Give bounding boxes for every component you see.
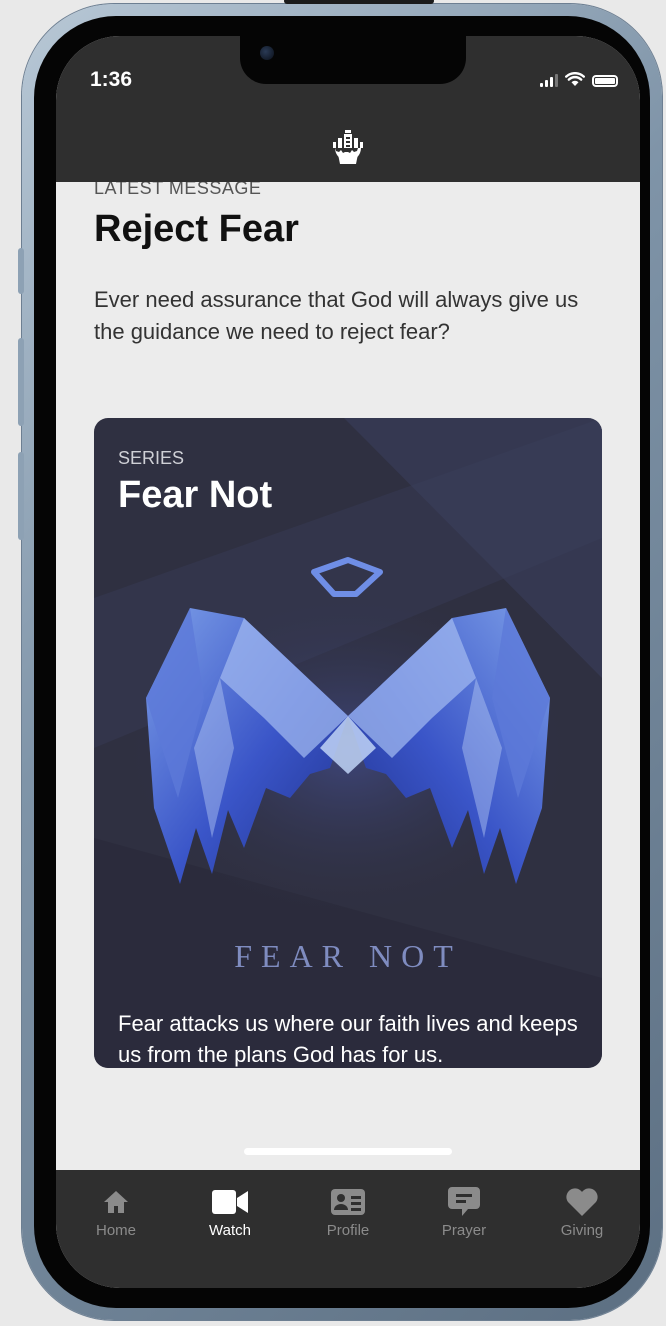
tab-label-watch: Watch xyxy=(209,1222,251,1239)
status-icons xyxy=(540,72,618,87)
app-screen: 1:36 LATEST MESSAGE Reject Fear Ever nee… xyxy=(56,36,640,1288)
tab-profile[interactable]: Profile xyxy=(308,1184,388,1239)
battery-icon xyxy=(592,75,618,87)
volume-down-button xyxy=(18,452,24,540)
tab-label-prayer: Prayer xyxy=(441,1222,487,1239)
message-description: Ever need assurance that God will always… xyxy=(94,287,579,344)
front-camera xyxy=(260,46,274,60)
series-art-title: FEAR NOT xyxy=(234,938,462,974)
series-description: Fear attacks us where our faith lives an… xyxy=(118,1011,578,1067)
notch xyxy=(240,36,466,84)
home-indicator[interactable] xyxy=(244,1148,452,1155)
status-time: 1:36 xyxy=(90,68,133,91)
tab-home[interactable]: Home xyxy=(76,1184,156,1239)
series-title: Fear Not xyxy=(118,474,273,516)
tab-giving[interactable]: Giving xyxy=(542,1184,622,1239)
tab-label-home: Home xyxy=(95,1222,136,1239)
video-camera-icon xyxy=(212,1190,248,1214)
content-area[interactable]: LATEST MESSAGE Reject Fear Ever need ass… xyxy=(56,182,640,1170)
church-logo-icon xyxy=(333,130,363,164)
heart-icon xyxy=(566,1188,598,1216)
volume-up-button xyxy=(18,338,24,426)
tab-bar: Home Watch Profile Prayer Giving xyxy=(56,1170,640,1288)
tab-label-profile: Profile xyxy=(326,1222,370,1239)
tab-watch[interactable]: Watch xyxy=(190,1184,270,1239)
series-card[interactable]: SERIES Fear Not FEAR NOT Fear attacks us… xyxy=(94,418,602,1068)
speaker-grille xyxy=(284,0,434,4)
tab-prayer[interactable]: Prayer xyxy=(424,1184,504,1239)
silent-switch xyxy=(18,248,24,294)
wifi-icon xyxy=(565,72,585,86)
id-card-icon xyxy=(331,1189,365,1215)
message-title: Reject Fear xyxy=(94,208,299,250)
chat-bubble-icon xyxy=(448,1187,480,1216)
home-icon xyxy=(104,1191,128,1213)
angel-wings-art xyxy=(118,557,578,928)
latest-message-eyebrow: LATEST MESSAGE xyxy=(94,182,262,198)
tab-label-giving: Giving xyxy=(560,1222,604,1239)
cellular-signal-icon xyxy=(540,74,558,87)
series-eyebrow: SERIES xyxy=(118,448,185,468)
